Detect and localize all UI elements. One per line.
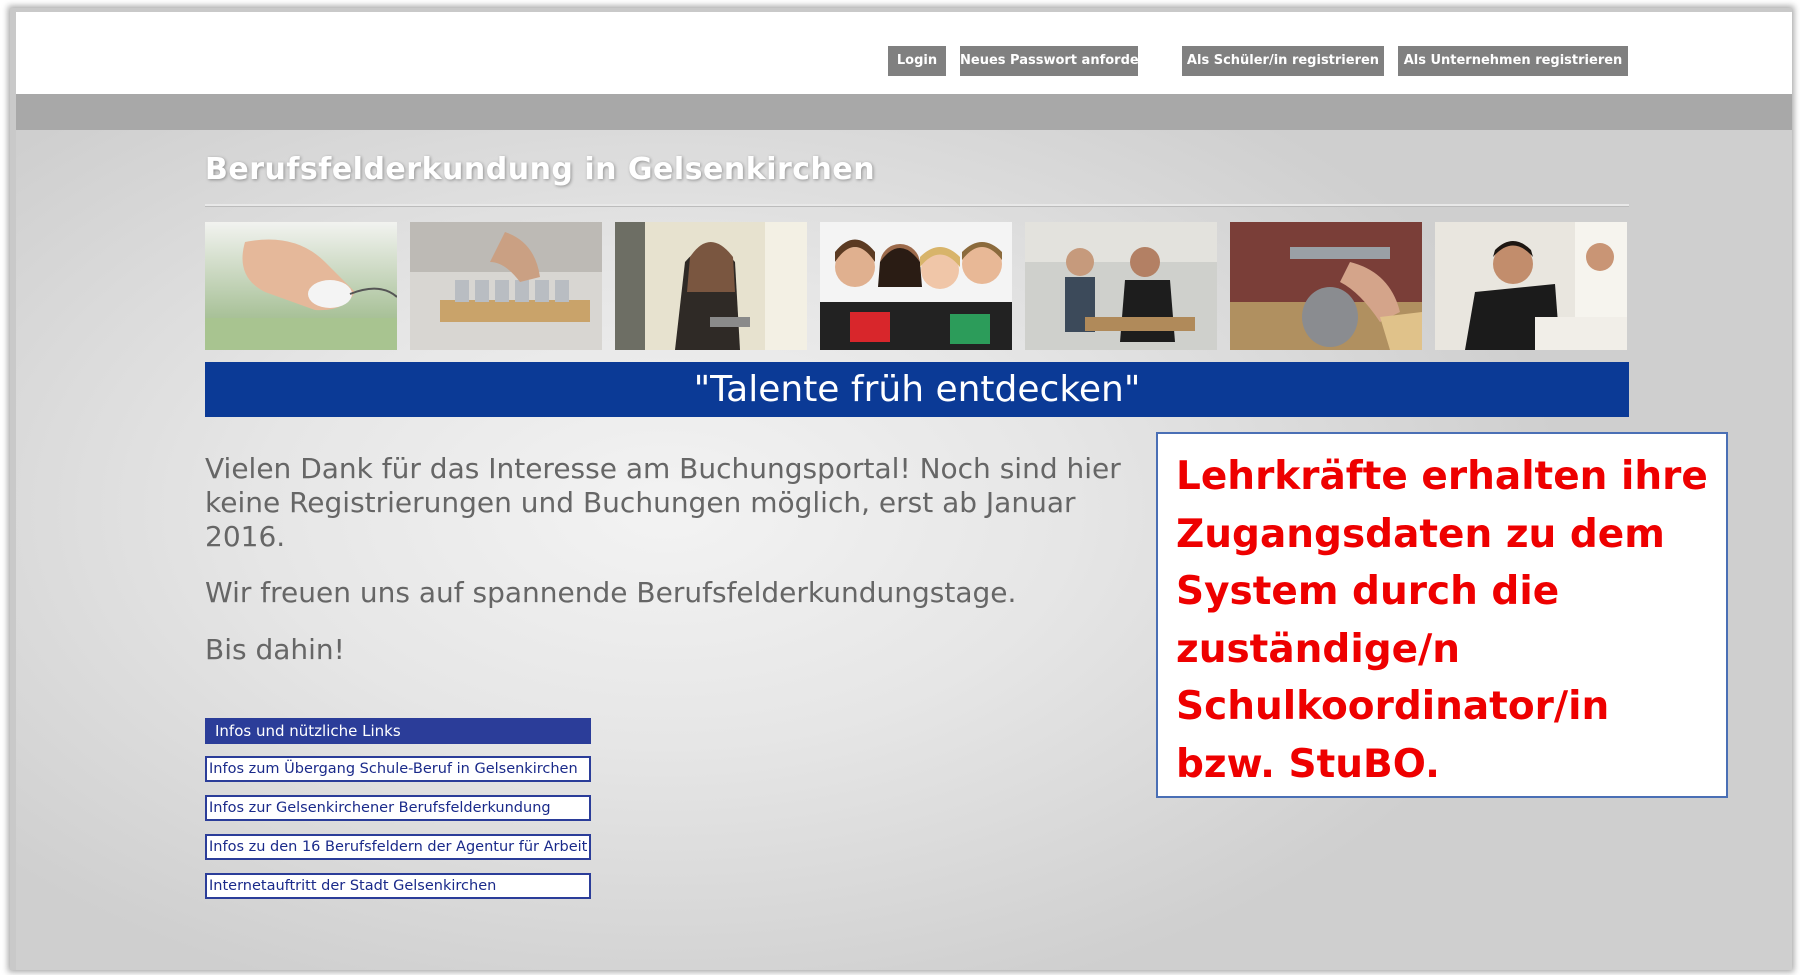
page-title: Berufsfelderkundung in Gelsenkirchen: [205, 152, 876, 187]
login-button[interactable]: Login: [888, 46, 946, 76]
header-strip: [16, 94, 1792, 130]
photo-file-work: [1230, 222, 1422, 350]
teacher-notice-box: Lehrkräfte erhalten ihre Zugangsdaten zu…: [1156, 432, 1728, 798]
request-password-button[interactable]: Neues Passwort anfordern: [960, 46, 1154, 76]
link-transition-school-career[interactable]: Infos zum Übergang Schule-Beruf in Gelse…: [205, 756, 591, 782]
link-city-website[interactable]: Internetauftritt der Stadt Gelsenkirchen: [205, 873, 591, 899]
photo-students-group: [820, 222, 1012, 350]
main-content: Berufsfelderkundung in Gelsenkirchen "Ta…: [16, 130, 1792, 970]
title-divider: [205, 204, 1629, 206]
slogan-banner: "Talente früh entdecken": [205, 362, 1629, 417]
teacher-notice-text: Lehrkräfte erhalten ihre Zugangsdaten zu…: [1176, 454, 1708, 787]
link-career-exploration[interactable]: Infos zur Gelsenkirchener Berufsfelderku…: [205, 795, 591, 821]
link-career-fields[interactable]: Infos zu den 16 Berufsfeldern der Agentu…: [205, 834, 591, 860]
intro-paragraph-3: Bis dahin!: [205, 633, 345, 666]
register-student-button[interactable]: Als Schüler/in registrieren: [1182, 46, 1384, 76]
intro-paragraph-2: Wir freuen uns auf spannende Berufsfelde…: [205, 576, 1017, 609]
photo-computer-mouse: [205, 222, 397, 350]
photo-woodwork: [1025, 222, 1217, 350]
register-company-button[interactable]: Als Unternehmen registrieren: [1398, 46, 1628, 76]
browser-window: Login Neues Passwort anfordern Als Schül…: [10, 8, 1792, 970]
top-navigation-bar: Login Neues Passwort anfordern Als Schül…: [16, 12, 1792, 94]
photo-workshop-girl: [615, 222, 807, 350]
photo-classroom: [1435, 222, 1627, 350]
links-heading: Infos und nützliche Links: [205, 718, 591, 744]
intro-paragraph-1: Vielen Dank für das Interesse am Buchung…: [205, 452, 1121, 553]
photo-workpiece: [410, 222, 602, 350]
